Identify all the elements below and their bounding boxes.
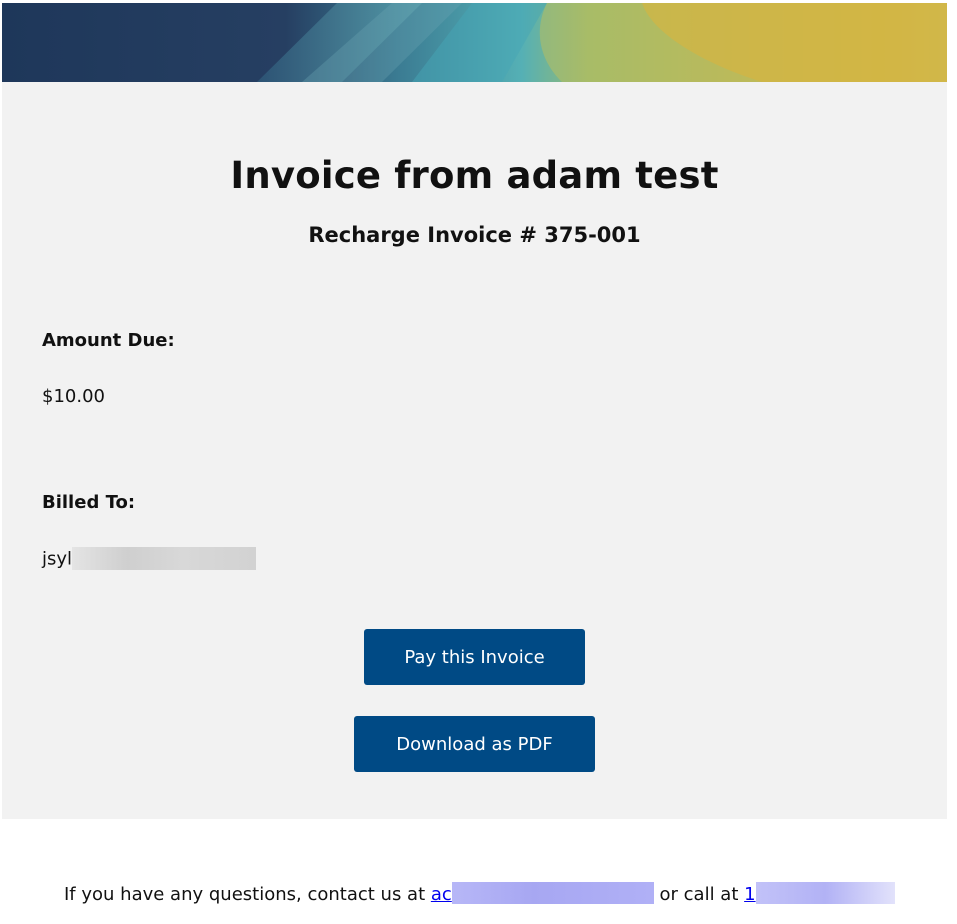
- footer-text-middle: or call at: [653, 884, 745, 905]
- amount-due-value: $10.00: [42, 386, 105, 407]
- billed-to-visible-text: jsyl: [42, 548, 73, 570]
- invoice-number: Recharge Invoice # 375-001: [308, 223, 641, 247]
- phone-redaction: [755, 882, 895, 904]
- billed-to-label: Billed To:: [42, 492, 136, 513]
- invoice-card: Invoice from adam test Recharge Invoice …: [2, 82, 947, 819]
- header-banner: [2, 3, 947, 82]
- redaction-blur: [72, 547, 257, 570]
- support-phone-link[interactable]: 1: [744, 882, 895, 905]
- email-redaction: [451, 882, 654, 904]
- download-pdf-button[interactable]: Download as PDF: [354, 716, 595, 772]
- billed-to-value: jsyl: [42, 547, 257, 571]
- invoice-email: Invoice from adam test Recharge Invoice …: [0, 0, 957, 924]
- amount-due-label: Amount Due:: [42, 330, 175, 351]
- support-email-link[interactable]: ac: [430, 882, 654, 905]
- pay-invoice-button[interactable]: Pay this Invoice: [364, 629, 585, 685]
- support-email-visible: ac: [430, 884, 452, 905]
- invoice-title: Invoice from adam test: [230, 154, 719, 197]
- footer-contact: If you have any questions, contact us at…: [64, 882, 895, 906]
- footer-text-before: If you have any questions, contact us at: [64, 884, 431, 905]
- support-phone-visible: 1: [744, 884, 756, 905]
- banner-graphic: [2, 3, 947, 82]
